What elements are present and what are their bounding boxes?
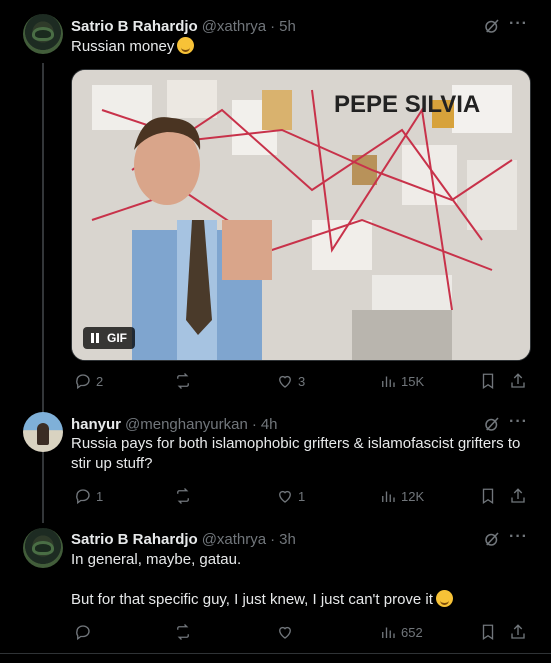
avatar[interactable] bbox=[23, 412, 63, 452]
tweet-header: Satrio B Rahardjo @xathrya · 5h bbox=[71, 16, 296, 36]
share-button[interactable] bbox=[509, 622, 527, 642]
tweet-text-line-2: But for that specific guy, I just knew, … bbox=[71, 590, 541, 610]
reply-count: 1 bbox=[96, 488, 104, 504]
like-button[interactable]: 1 bbox=[276, 486, 305, 506]
views-button[interactable]: 652 bbox=[379, 622, 423, 642]
display-name[interactable]: Satrio B Rahardjo bbox=[71, 18, 198, 35]
bookmark-button[interactable] bbox=[479, 486, 497, 506]
views-icon bbox=[382, 627, 395, 638]
like-count: 1 bbox=[298, 488, 306, 504]
views-icon bbox=[382, 376, 395, 387]
grok-icon[interactable] bbox=[483, 415, 501, 433]
reply-button[interactable] bbox=[74, 622, 96, 642]
separator: · bbox=[251, 415, 257, 433]
share-icon bbox=[511, 624, 525, 639]
more-icon[interactable]: ··· bbox=[509, 414, 529, 432]
pause-icon[interactable] bbox=[91, 333, 99, 343]
views-button[interactable]: 12K bbox=[379, 486, 424, 506]
like-icon bbox=[279, 375, 291, 388]
bookmark-button[interactable] bbox=[479, 622, 497, 642]
like-button[interactable] bbox=[276, 622, 298, 642]
tweet-actions: 652 bbox=[71, 622, 529, 642]
like-icon bbox=[279, 490, 291, 503]
share-icon bbox=[511, 488, 525, 503]
gif-frame: PEPE SILVIA bbox=[72, 70, 530, 360]
reply-icon bbox=[76, 625, 90, 641]
more-icon[interactable]: ··· bbox=[509, 16, 529, 34]
like-count: 3 bbox=[298, 373, 306, 389]
tweet-header: Satrio B Rahardjo @xathrya · 3h bbox=[71, 529, 296, 549]
grok-icon[interactable] bbox=[483, 530, 501, 548]
timestamp[interactable]: 4h bbox=[261, 416, 278, 433]
share-icon bbox=[511, 373, 525, 388]
user-handle[interactable]: @menghanyurkan bbox=[125, 416, 248, 433]
share-button[interactable] bbox=[509, 371, 527, 391]
display-name[interactable]: Satrio B Rahardjo bbox=[71, 531, 198, 548]
display-name[interactable]: hanyur bbox=[71, 416, 121, 433]
bookmark-icon bbox=[482, 373, 494, 390]
gif-badge[interactable]: GIF bbox=[83, 327, 135, 349]
views-button[interactable]: 15K bbox=[379, 371, 424, 391]
separator: · bbox=[270, 530, 276, 548]
tweet-text: Russia pays for both islamophobic grifte… bbox=[71, 435, 521, 472]
timestamp[interactable]: 3h bbox=[279, 531, 296, 548]
reply-button[interactable]: 1 bbox=[74, 486, 103, 506]
tweet-actions: 2 3 15K bbox=[71, 371, 529, 391]
repost-icon bbox=[177, 624, 189, 640]
reply-icon bbox=[76, 489, 90, 505]
repost-button[interactable] bbox=[174, 622, 196, 642]
reply-count: 2 bbox=[96, 373, 104, 389]
conversation-thread: Satrio B Rahardjo @xathrya · 5h ··· Russ… bbox=[0, 0, 551, 663]
tweet-header: hanyur @menghanyurkan · 4h bbox=[71, 414, 278, 434]
tweet-actions: 1 1 12K bbox=[71, 486, 529, 506]
view-count: 12K bbox=[401, 488, 425, 504]
user-handle[interactable]: @xathrya bbox=[202, 531, 266, 548]
avatar[interactable] bbox=[23, 528, 63, 568]
separator: · bbox=[270, 17, 276, 35]
tweet-text-line-1: In general, maybe, gatau. bbox=[71, 551, 242, 568]
bookmark-icon bbox=[482, 488, 494, 505]
view-count: 652 bbox=[401, 624, 423, 640]
graffiti-text: PEPE SILVIA bbox=[334, 91, 480, 118]
tweet-1[interactable]: Satrio B Rahardjo @xathrya · 5h ··· Russ… bbox=[0, 0, 551, 400]
relieved-face-emoji bbox=[177, 37, 195, 54]
avatar[interactable] bbox=[23, 14, 63, 54]
bookmark-button[interactable] bbox=[479, 371, 497, 391]
tweet-text: Russian money bbox=[71, 37, 541, 57]
views-icon bbox=[382, 491, 395, 502]
repost-icon bbox=[177, 488, 189, 504]
repost-icon bbox=[177, 373, 189, 389]
view-count: 15K bbox=[401, 373, 425, 389]
like-button[interactable]: 3 bbox=[276, 371, 305, 391]
timestamp[interactable]: 5h bbox=[279, 18, 296, 35]
tweet-gif[interactable]: PEPE SILVIA GIF bbox=[71, 69, 531, 361]
repost-button[interactable] bbox=[174, 486, 196, 506]
tweet-3[interactable]: Satrio B Rahardjo @xathrya · 3h ··· In g… bbox=[0, 515, 551, 655]
reply-button[interactable]: 2 bbox=[74, 371, 103, 391]
user-handle[interactable]: @xathrya bbox=[202, 18, 266, 35]
repost-button[interactable] bbox=[174, 371, 196, 391]
more-icon[interactable]: ··· bbox=[509, 529, 529, 547]
like-icon bbox=[279, 626, 291, 639]
gif-label: GIF bbox=[107, 331, 127, 345]
grok-icon[interactable] bbox=[483, 17, 501, 35]
face-with-hand-over-mouth-emoji bbox=[435, 590, 453, 607]
bookmark-icon bbox=[482, 624, 494, 641]
tweet-2[interactable]: hanyur @menghanyurkan · 4h ··· Russia pa… bbox=[0, 400, 551, 515]
divider bbox=[0, 653, 551, 654]
reply-icon bbox=[76, 374, 90, 390]
share-button[interactable] bbox=[509, 486, 527, 506]
